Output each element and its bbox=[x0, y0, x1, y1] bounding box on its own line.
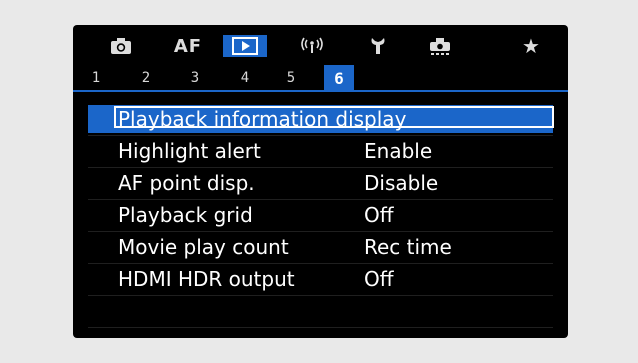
row-divider bbox=[88, 295, 553, 296]
menu-item-value: Off bbox=[364, 267, 394, 291]
row-divider bbox=[88, 199, 553, 200]
custom-icon[interactable] bbox=[426, 35, 454, 57]
subtab-6[interactable]: 6 bbox=[324, 65, 354, 91]
star-glyph: ★ bbox=[522, 34, 540, 58]
subtab-5[interactable]: 5 bbox=[278, 65, 304, 91]
camera-menu-screen: AF ★ 1 2 3 4 5 6 Playback information di… bbox=[73, 25, 568, 338]
menu-item-value: Rec time bbox=[364, 235, 452, 259]
subtab-2[interactable]: 2 bbox=[133, 65, 159, 91]
star-icon[interactable]: ★ bbox=[519, 34, 543, 58]
af-tab[interactable]: AF bbox=[171, 35, 205, 57]
af-tab-label: AF bbox=[173, 35, 203, 57]
menu-item-value: Enable bbox=[364, 139, 433, 163]
menu-item-label: Movie play count bbox=[118, 235, 289, 259]
subtab-3[interactable]: 3 bbox=[182, 65, 208, 91]
menu-item-playback-information-display[interactable]: Playback information display bbox=[88, 105, 554, 133]
row-divider bbox=[88, 167, 553, 168]
subtab-1[interactable]: 1 bbox=[83, 65, 109, 91]
row-divider bbox=[88, 327, 553, 328]
menu-item-label: HDMI HDR output bbox=[118, 267, 295, 291]
menu-item-label: AF point disp. bbox=[118, 171, 255, 195]
row-divider bbox=[88, 135, 553, 136]
menu-item-value: Off bbox=[364, 203, 394, 227]
menu-item-af-point-disp[interactable]: AF point disp. Disable bbox=[88, 169, 553, 197]
subtab-bar: 1 2 3 4 5 6 bbox=[73, 65, 568, 91]
menu-item-hdmi-hdr-output[interactable]: HDMI HDR output Off bbox=[88, 265, 553, 293]
menu-item-value: Disable bbox=[364, 171, 439, 195]
playback-icon[interactable] bbox=[223, 35, 267, 57]
row-divider bbox=[88, 231, 553, 232]
tab-underline bbox=[73, 90, 568, 92]
menu-item-highlight-alert[interactable]: Highlight alert Enable bbox=[88, 137, 553, 165]
wrench-icon[interactable] bbox=[365, 35, 391, 57]
menu-item-label: Playback information display bbox=[118, 107, 407, 131]
menu-item-label: Playback grid bbox=[118, 203, 253, 227]
camera-icon[interactable] bbox=[108, 35, 134, 57]
menu-item-label: Highlight alert bbox=[118, 139, 261, 163]
menu-item-movie-play-count[interactable]: Movie play count Rec time bbox=[88, 233, 553, 261]
subtab-4[interactable]: 4 bbox=[232, 65, 258, 91]
wireless-icon[interactable] bbox=[299, 35, 325, 57]
row-divider bbox=[88, 263, 553, 264]
menu-item-playback-grid[interactable]: Playback grid Off bbox=[88, 201, 553, 229]
